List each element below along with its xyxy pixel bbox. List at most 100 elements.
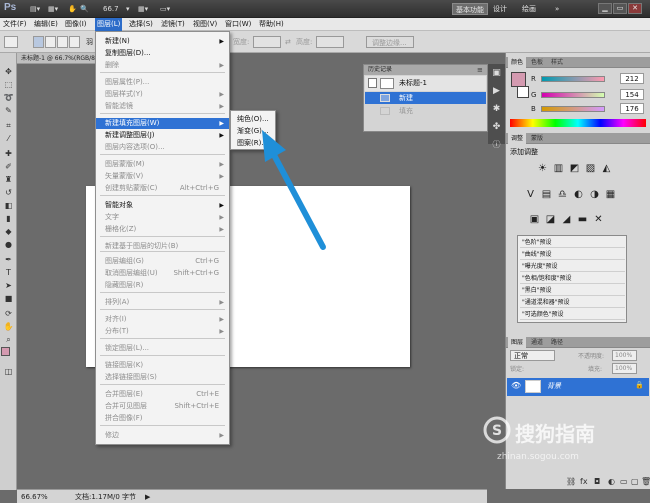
add-selection-icon[interactable] bbox=[45, 36, 56, 48]
menu-image[interactable]: 图像(I) bbox=[63, 18, 89, 31]
layer-menu-item-23[interactable]: 链接图层(K) bbox=[96, 360, 229, 371]
layer-menu-item-26[interactable]: 合并可见图层 Shift+Ctrl+E bbox=[96, 401, 229, 412]
layer-menu-item-0[interactable]: 新建(N) ▶ bbox=[96, 36, 229, 47]
hue-saturation-icon[interactable]: ▤ bbox=[540, 189, 553, 201]
layer-menu-item-3[interactable]: 图层属性(P)... bbox=[96, 77, 229, 88]
layer-menu-item-9[interactable]: 图层蒙版(M) ▶ bbox=[96, 159, 229, 170]
black-white-icon[interactable]: ◐ bbox=[572, 189, 585, 201]
opacity-field[interactable]: 100% bbox=[612, 350, 637, 361]
preset-levels[interactable]: "色阶"预设 bbox=[520, 238, 625, 248]
layer-menu-item-8[interactable]: 图层内容选项(O)... bbox=[96, 142, 229, 153]
layer-menu-item-25[interactable]: 合并图层(E) Ctrl+E bbox=[96, 389, 229, 400]
layer-menu-item-4[interactable]: 图层样式(Y) ▶ bbox=[96, 89, 229, 100]
minibridge-icon[interactable]: ▦▾ bbox=[48, 3, 58, 15]
tab-channels[interactable]: 通道 bbox=[528, 337, 546, 348]
crop-tool-icon[interactable]: ⌗ bbox=[2, 121, 15, 131]
adjust-layer-icon[interactable]: ◐ bbox=[608, 477, 615, 486]
vibrance-v-icon[interactable]: V bbox=[524, 189, 537, 201]
submenu-solid-color[interactable]: 纯色(O)... bbox=[231, 114, 275, 125]
minimize-button[interactable]: ▁ bbox=[598, 3, 612, 14]
menu-view[interactable]: 视图(V) bbox=[191, 18, 219, 31]
invert-icon[interactable]: ▣ bbox=[528, 214, 541, 226]
add-mask-icon[interactable]: ◘ bbox=[594, 477, 600, 486]
tab-paths[interactable]: 路径 bbox=[548, 337, 566, 348]
eyedropper-tool-icon[interactable]: ⁄ bbox=[2, 134, 15, 144]
actions-panel-icon[interactable]: ▶ bbox=[490, 84, 503, 98]
refine-edge-button[interactable]: 调整边缘... bbox=[366, 36, 414, 48]
layer-menu-item-17[interactable]: 取消图层编组(U) Shift+Ctrl+G bbox=[96, 268, 229, 279]
height-field[interactable] bbox=[316, 36, 344, 48]
menu-layer[interactable]: 图层(L) bbox=[95, 18, 123, 31]
3d-rotate-tool-icon[interactable]: ⟳ bbox=[2, 309, 15, 319]
layer-menu-item-1[interactable]: 复制图层(D)... bbox=[96, 48, 229, 59]
gradient-map-icon[interactable]: ▬ bbox=[576, 214, 589, 226]
new-selection-icon[interactable] bbox=[33, 36, 44, 48]
bridge-icon[interactable]: ▤▾ bbox=[30, 3, 40, 15]
tab-adjustments[interactable]: 调整 bbox=[508, 133, 527, 144]
layer-menu-item-27[interactable]: 拼合图像(F) bbox=[96, 413, 229, 424]
layer-menu-item-16[interactable]: 图层编组(G) Ctrl+G bbox=[96, 256, 229, 267]
workspace-paint[interactable]: 绘画 bbox=[522, 3, 536, 15]
tab-swatches[interactable]: 色板 bbox=[528, 57, 546, 68]
color-balance-icon[interactable]: ♎ bbox=[556, 189, 569, 201]
layer-menu-item-22[interactable]: 锁定图层(L)... bbox=[96, 343, 229, 354]
green-value[interactable]: 154 bbox=[620, 89, 644, 100]
layer-style-icon[interactable]: fx bbox=[580, 477, 588, 486]
red-value[interactable]: 212 bbox=[620, 73, 644, 84]
subtract-selection-icon[interactable] bbox=[57, 36, 68, 48]
color-ramp[interactable] bbox=[510, 119, 646, 127]
brightness-icon[interactable]: ☀ bbox=[536, 163, 549, 175]
layer-menu-item-20[interactable]: 对齐(I) ▶ bbox=[96, 314, 229, 325]
fill-field[interactable]: 100% bbox=[612, 363, 637, 374]
new-layer-icon[interactable]: ▢ bbox=[631, 477, 639, 486]
zoom-readout[interactable]: 66.7 bbox=[103, 3, 119, 15]
quick-select-tool-icon[interactable]: ✎ bbox=[2, 106, 15, 116]
threshold-icon[interactable]: ◢ bbox=[560, 214, 573, 226]
type-tool-icon[interactable]: T bbox=[2, 268, 15, 278]
levels-icon[interactable]: ▥ bbox=[552, 163, 565, 175]
healing-tool-icon[interactable]: ✚ bbox=[2, 149, 15, 159]
trash-icon[interactable]: 🗑 bbox=[641, 477, 650, 486]
width-field[interactable] bbox=[253, 36, 281, 48]
layer-menu-item-21[interactable]: 分布(T) ▶ bbox=[96, 326, 229, 337]
lasso-tool-icon[interactable]: ➰ bbox=[2, 93, 15, 103]
intersect-selection-icon[interactable] bbox=[69, 36, 80, 48]
posterize-icon[interactable]: ◪ bbox=[544, 214, 557, 226]
photo-filter-icon[interactable]: ◑ bbox=[588, 189, 601, 201]
history-menu-icon[interactable]: ≡ bbox=[477, 65, 483, 75]
preset-selective-color[interactable]: "可选颜色"预设 bbox=[520, 310, 625, 320]
tab-masks[interactable]: 蒙版 bbox=[528, 133, 546, 144]
maximize-button[interactable]: ▭ bbox=[613, 3, 627, 14]
stamp-tool-icon[interactable]: ♜ bbox=[2, 175, 15, 185]
layer-menu-item-2[interactable]: 删除 ▶ bbox=[96, 60, 229, 71]
menu-filter[interactable]: 滤镜(T) bbox=[159, 18, 187, 31]
eraser-tool-icon[interactable]: ◧ bbox=[2, 201, 15, 211]
channel-mixer-icon[interactable]: ▦ bbox=[604, 189, 617, 201]
layer-row-background[interactable]: 👁 背景 🔒 bbox=[507, 378, 649, 396]
menu-select[interactable]: 选择(S) bbox=[127, 18, 155, 31]
exposure-icon[interactable]: ▨ bbox=[584, 163, 597, 175]
history-brush-tool-icon[interactable]: ↺ bbox=[2, 188, 15, 198]
move-tool-icon[interactable]: ✥ bbox=[2, 67, 15, 77]
layer-menu-item-14[interactable]: 栅格化(Z) ▶ bbox=[96, 224, 229, 235]
visibility-eye-icon[interactable]: 👁 bbox=[511, 381, 521, 390]
submenu-gradient[interactable]: 渐变(G)... bbox=[231, 126, 275, 137]
link-layers-icon[interactable]: ⛓ bbox=[566, 477, 576, 486]
vibrance-icon[interactable]: ◭ bbox=[600, 163, 613, 175]
blue-value[interactable]: 176 bbox=[620, 103, 644, 114]
brush-panel-icon[interactable]: ✱ bbox=[490, 102, 503, 116]
layer-menu-item-19[interactable]: 排列(A) ▶ bbox=[96, 297, 229, 308]
arrange-documents-icon[interactable]: ▦▾ bbox=[138, 3, 148, 15]
menu-file[interactable]: 文件(F) bbox=[1, 18, 29, 31]
close-button[interactable]: ✕ bbox=[628, 3, 642, 14]
green-slider[interactable] bbox=[541, 92, 605, 98]
tool-preset-picker[interactable] bbox=[4, 36, 18, 48]
layer-menu-item-28[interactable]: 修边 ▶ bbox=[96, 430, 229, 441]
status-zoom[interactable]: 66.67% bbox=[21, 492, 48, 502]
foreground-color-swatch[interactable] bbox=[1, 347, 10, 356]
path-select-tool-icon[interactable]: ➤ bbox=[2, 281, 15, 291]
layer-menu-item-24[interactable]: 选择链接图层(S) bbox=[96, 372, 229, 383]
info-panel-icon[interactable]: ⓘ bbox=[490, 138, 503, 152]
red-slider[interactable] bbox=[541, 76, 605, 82]
clone-source-icon[interactable]: ✤ bbox=[490, 120, 503, 134]
